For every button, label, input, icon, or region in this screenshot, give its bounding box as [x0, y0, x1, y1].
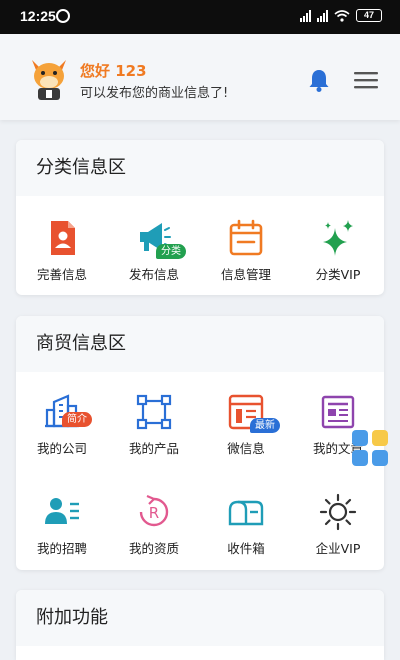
enterprise-vip-button[interactable]: 企业VIP	[292, 484, 384, 564]
my-recruitment-button[interactable]: 我的招聘	[16, 484, 108, 564]
svg-text:R: R	[149, 504, 159, 522]
recruit-people-icon	[45, 498, 79, 524]
micro-info-label: 微信息	[227, 441, 265, 456]
enterprise-vip-label: 企业VIP	[315, 541, 361, 556]
signal-icon-2	[317, 9, 328, 22]
bell-icon[interactable]	[306, 67, 332, 93]
info-management-label: 信息管理	[220, 267, 271, 282]
category-tag: 分类	[156, 244, 186, 259]
my-products-label: 我的产品	[128, 441, 179, 456]
signal-icon	[300, 9, 311, 22]
floating-apps-button[interactable]	[350, 428, 390, 468]
greeting-subtitle: 可以发布您的商业信息了!	[80, 86, 229, 101]
my-company-button[interactable]: 简介 我的公司	[16, 384, 108, 464]
micro-info-button[interactable]: 最新 微信息	[200, 384, 292, 464]
complete-info-button[interactable]: 完善信息	[16, 210, 108, 290]
intro-tag: 简介	[62, 412, 92, 427]
my-qualifications-button[interactable]: R 我的资质	[108, 484, 200, 564]
latest-tag: 最新	[250, 418, 280, 433]
newspaper-icon	[321, 395, 355, 429]
inbox-button[interactable]: 收件箱	[200, 484, 292, 564]
profile-document-icon	[51, 221, 75, 255]
registered-certificate-icon: R	[139, 494, 169, 527]
info-management-button[interactable]: 信息管理	[200, 210, 292, 290]
status-indicators: 47	[300, 9, 382, 22]
calendar-manage-icon	[229, 219, 263, 256]
trade-info-section: 商贸信息区 简介 我的公司 我的产品 最新 微信息 我的文章 我的招聘 R 我的…	[16, 316, 384, 570]
category-vip-button[interactable]: 分类VIP	[292, 210, 384, 290]
inbox-label: 收件箱	[227, 541, 265, 556]
publish-info-button[interactable]: 分类 发布信息	[108, 210, 200, 290]
additional-functions-section: 附加功能	[16, 590, 384, 660]
sun-icon	[319, 493, 357, 531]
status-bar: 12:25 47	[0, 0, 400, 34]
menu-icon[interactable]	[353, 70, 379, 90]
publish-info-label: 发布信息	[128, 267, 179, 282]
profile-header: 您好 123 可以发布您的商业信息了!	[0, 34, 400, 120]
category-vip-label: 分类VIP	[315, 267, 361, 282]
wifi-icon	[334, 9, 350, 22]
mailbox-icon	[228, 500, 264, 526]
classified-info-section: 分类信息区 完善信息 分类 发布信息 信息管理 分类VIP	[16, 140, 384, 295]
battery-indicator: 47	[356, 9, 382, 22]
product-frame-icon	[136, 394, 172, 430]
my-qualifications-label: 我的资质	[128, 541, 179, 556]
my-recruitment-label: 我的招聘	[36, 541, 87, 556]
section-title: 商贸信息区	[16, 316, 384, 372]
section-title: 分类信息区	[16, 140, 384, 196]
sparkle-icon	[323, 220, 353, 256]
section-title: 附加功能	[16, 590, 384, 646]
my-company-label: 我的公司	[36, 441, 87, 456]
avatar[interactable]	[24, 52, 74, 102]
alarm-icon	[56, 9, 70, 23]
my-products-button[interactable]: 我的产品	[108, 384, 200, 464]
status-time: 12:25	[20, 8, 56, 24]
complete-info-label: 完善信息	[36, 267, 87, 282]
greeting-text: 您好 123	[80, 62, 147, 80]
